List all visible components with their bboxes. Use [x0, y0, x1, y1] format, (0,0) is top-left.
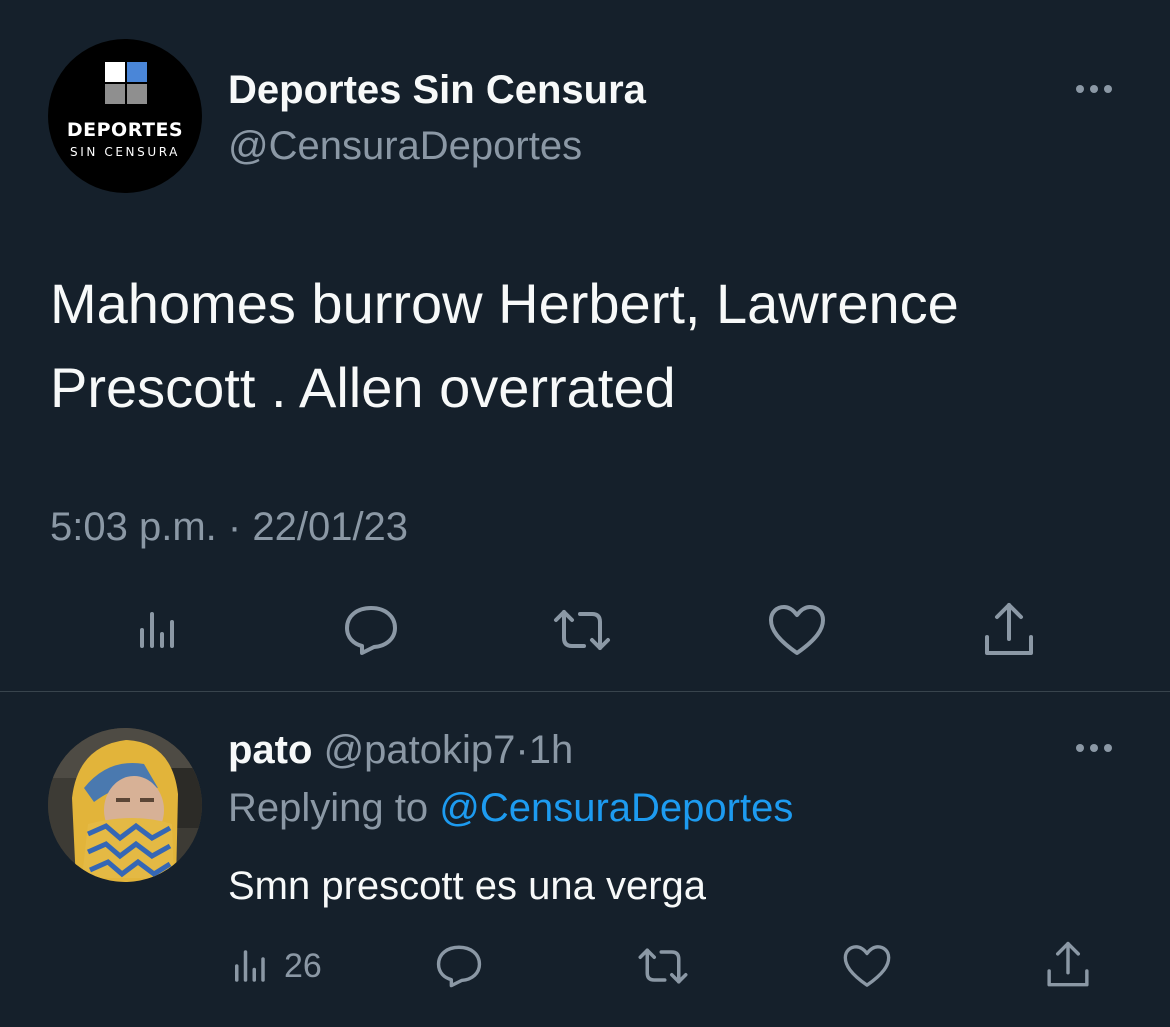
retweet-icon: [554, 610, 610, 650]
retweet-icon: [638, 948, 688, 984]
reply-more-options-icon[interactable]: [1070, 733, 1118, 763]
analytics-icon: [235, 950, 265, 982]
author-handle[interactable]: @CensuraDeportes: [228, 122, 582, 170]
reply-separator: ·: [515, 728, 529, 772]
replying-to-label: Replying to: [228, 786, 429, 830]
reply-author-handle[interactable]: @patokip7: [324, 728, 516, 772]
replying-to-line: Replying to @CensuraDeportes: [228, 784, 793, 832]
reply-button[interactable]: [337, 598, 405, 662]
author-display-name[interactable]: Deportes Sin Censura: [228, 66, 646, 114]
main-tweet: DEPORTES SIN CENSURA Deportes Sin Censur…: [0, 0, 1170, 692]
meta-separator: ·: [227, 505, 242, 549]
views-count: 26: [284, 946, 322, 985]
heart-icon: [843, 945, 891, 987]
tweet-date: 22/01/23: [252, 505, 409, 549]
reply-like-button[interactable]: [838, 940, 896, 992]
share-button[interactable]: [975, 598, 1043, 662]
author-avatar[interactable]: DEPORTES SIN CENSURA: [48, 39, 202, 193]
logo-tagline: SIN CENSURA: [70, 145, 180, 159]
reply-share-button[interactable]: [1040, 938, 1096, 992]
tweet-text: Mahomes burrow Herbert, Lawrence Prescot…: [50, 272, 959, 419]
views-button[interactable]: [122, 600, 190, 660]
reply-retweet-button[interactable]: [632, 942, 694, 990]
share-icon: [1047, 941, 1089, 987]
like-button[interactable]: [763, 600, 831, 660]
reply-reply-button[interactable]: [430, 940, 488, 992]
reply-text: Smn prescott es una verga: [228, 864, 707, 908]
reply-header: pato @patokip7·1h: [228, 726, 573, 774]
tweet-timestamp[interactable]: 5:03 p.m. · 22/01/23: [50, 503, 408, 551]
more-options-icon[interactable]: [1070, 74, 1118, 104]
reply-time[interactable]: 1h: [529, 728, 574, 772]
retweet-button[interactable]: [548, 600, 616, 660]
reply-author-name[interactable]: pato: [228, 728, 312, 772]
heart-icon: [769, 605, 825, 655]
replying-to-mention[interactable]: @CensuraDeportes: [439, 786, 793, 830]
tweet-time: 5:03 p.m.: [50, 505, 217, 549]
logo-wordmark: DEPORTES: [66, 119, 184, 141]
reply-views-button[interactable]: 26: [228, 942, 358, 990]
logo-grid-icon: [105, 62, 147, 104]
analytics-icon: [140, 612, 174, 648]
reply-icon: [436, 945, 482, 988]
tweet-divider: [0, 691, 1170, 692]
reply-icon: [345, 606, 397, 655]
share-icon: [985, 603, 1033, 655]
reply-author-avatar[interactable]: [48, 728, 202, 882]
